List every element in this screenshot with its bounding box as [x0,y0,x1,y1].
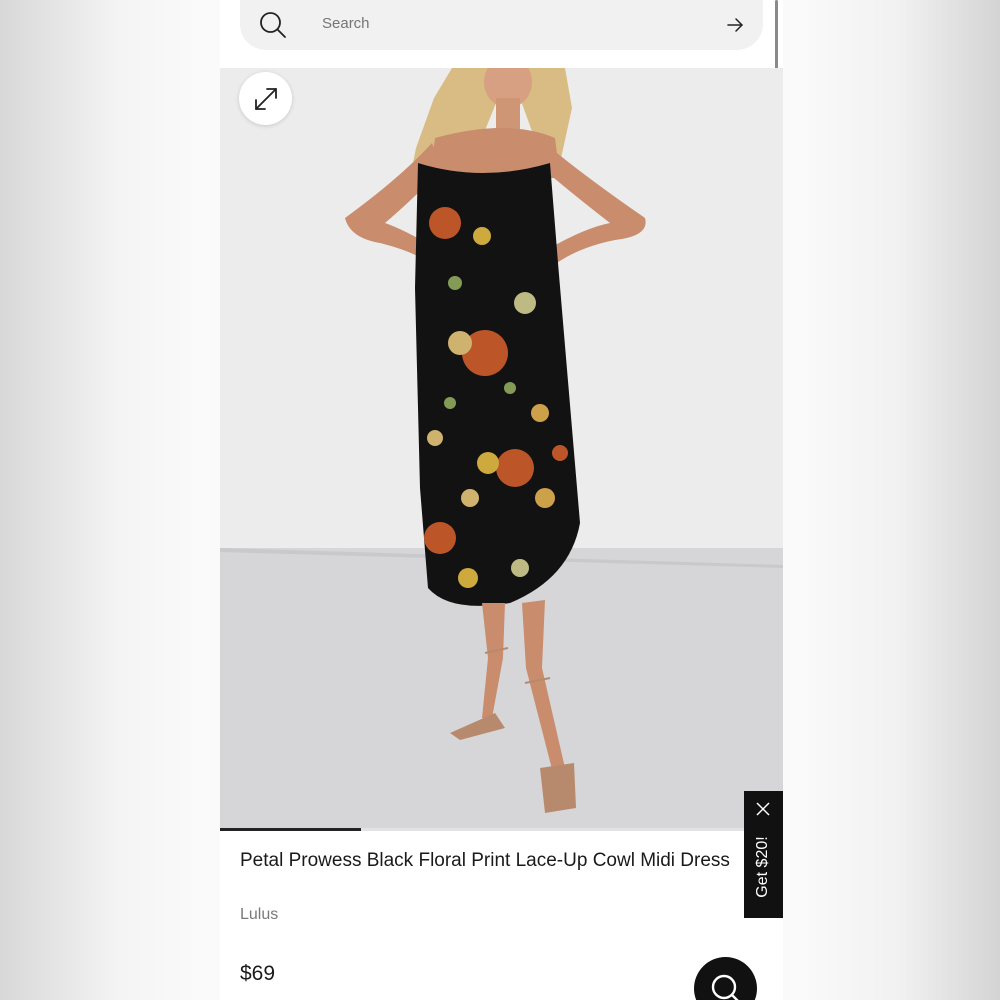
gallery-progress-fill [220,828,361,831]
product-price: $69 [240,962,276,985]
expand-button[interactable] [239,72,292,125]
expand-icon [254,87,277,110]
promo-label[interactable]: Get $20! [754,836,772,897]
promo-tab[interactable]: Get $20! [744,791,783,918]
arrow-right-icon[interactable] [725,15,745,35]
brand-link[interactable]: Lulus [240,906,278,924]
product-title: Petal Prowess Black Floral Print Lace-Up… [240,850,730,871]
search-input[interactable]: Search [322,15,370,32]
search-icon [260,12,286,38]
phone-screen: Search Petal Prowess Black Floral Print … [220,0,783,1000]
close-icon[interactable] [756,802,770,816]
search-bar[interactable]: Search [240,0,763,50]
chat-button[interactable] [694,957,757,1000]
product-photo [220,68,783,828]
gallery-progress-track [220,828,783,831]
chat-search-icon [711,974,739,1000]
product-image[interactable] [220,68,783,828]
